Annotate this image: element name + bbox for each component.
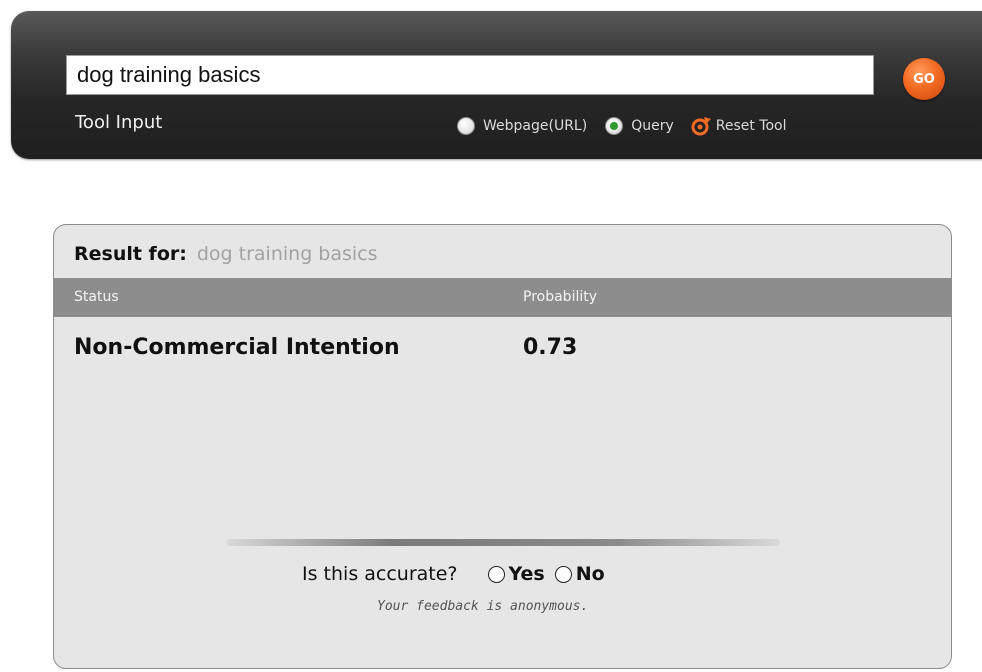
feedback-no-option[interactable]: No (554, 563, 605, 585)
radio-no-icon[interactable] (554, 565, 572, 583)
result-panel: Result for: dog training basics Status Pr… (53, 224, 952, 669)
radio-checked-icon[interactable] (605, 117, 624, 135)
divider (226, 539, 780, 546)
input-type-radio-group: Webpage(URL) Query Reset Tool (457, 116, 787, 136)
go-button[interactable]: GO (903, 58, 945, 100)
feedback-question: Is this accurate? (302, 563, 458, 585)
result-for-label: Result for: (74, 243, 187, 265)
radio-webpage-url-label: Webpage(URL) (483, 118, 588, 134)
reset-tool-label: Reset Tool (715, 118, 787, 134)
feedback-yes-label: Yes (508, 563, 545, 585)
status-value: Non-Commercial Intention (74, 335, 400, 360)
header-status: Status (74, 289, 119, 305)
radio-query[interactable]: Query (605, 117, 674, 135)
reset-icon (691, 117, 711, 136)
radio-query-label: Query (631, 118, 674, 134)
feedback-row: Is this accurate? Yes No (302, 563, 615, 585)
feedback-yes-option[interactable]: Yes (487, 563, 545, 585)
feedback-no-label: No (575, 563, 605, 585)
probability-value: 0.73 (523, 335, 578, 360)
radio-yes-icon[interactable] (487, 565, 505, 583)
result-for-value: dog training basics (196, 243, 378, 265)
result-for: Result for: dog training basics (74, 243, 378, 265)
anonymous-note: Your feedback is anonymous. (377, 599, 589, 614)
header-probability: Probability (523, 289, 598, 305)
tool-input-label: Tool Input (75, 112, 163, 133)
radio-unchecked-icon[interactable] (457, 117, 475, 135)
result-header-row: Status Probability (54, 278, 951, 317)
radio-webpage-url[interactable]: Webpage(URL) (457, 117, 587, 135)
reset-tool-button[interactable]: Reset Tool (690, 116, 787, 136)
query-input[interactable] (66, 55, 874, 95)
